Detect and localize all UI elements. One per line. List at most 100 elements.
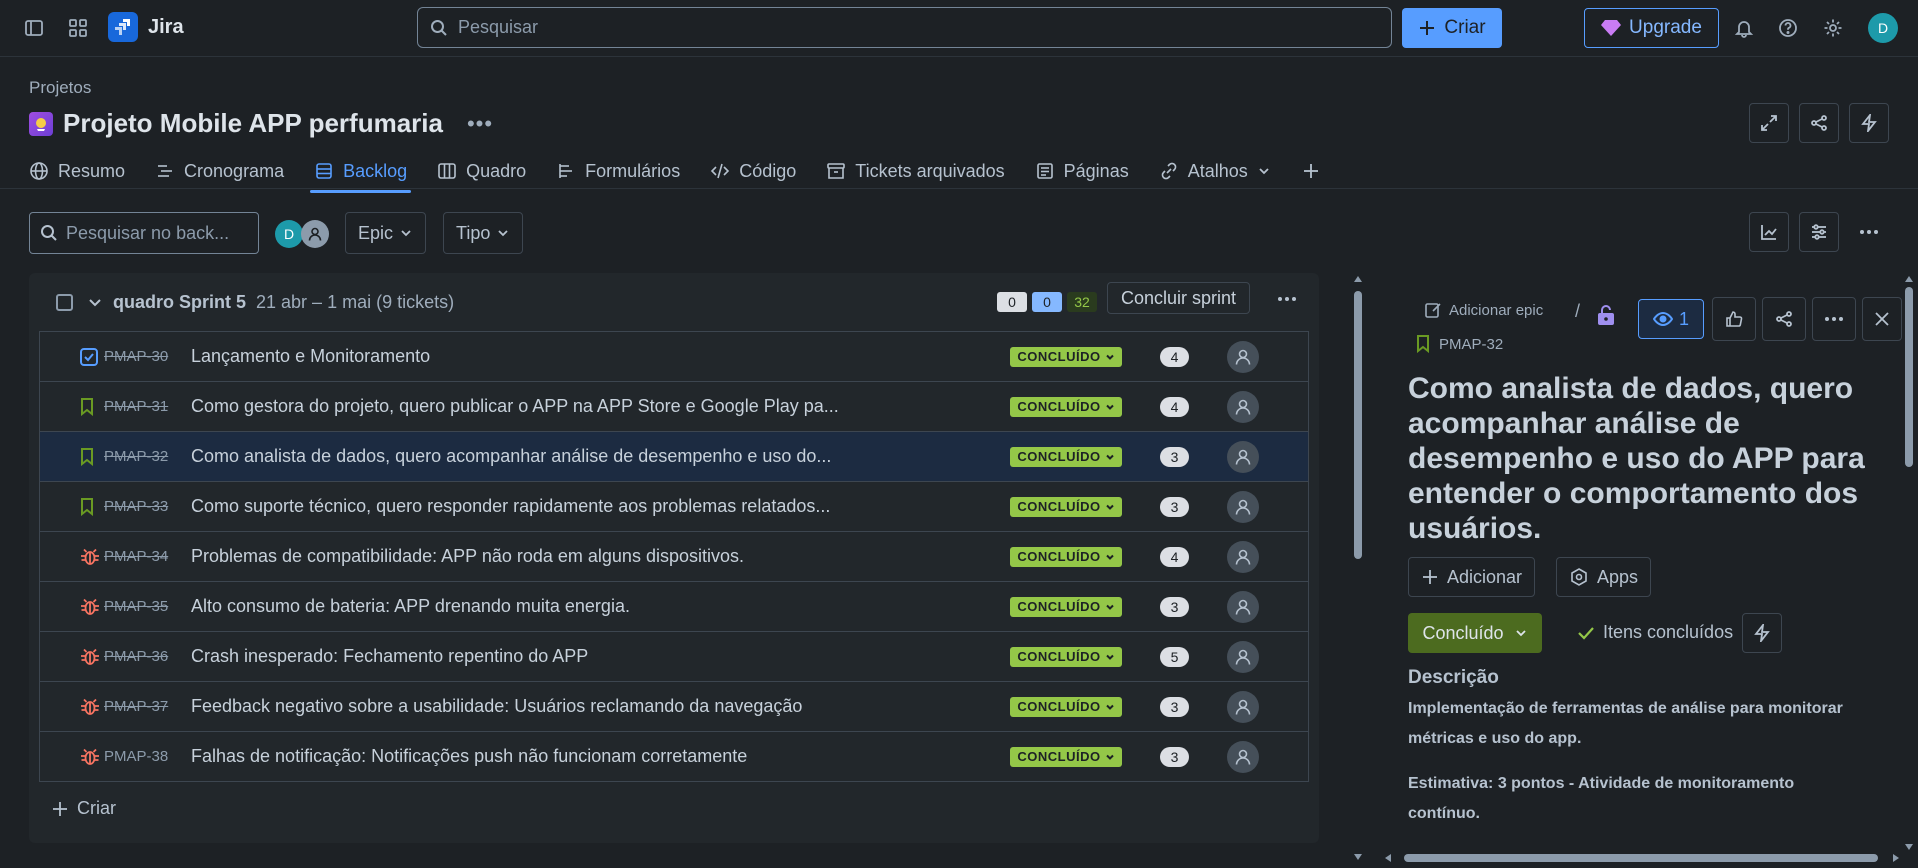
status-lozenge[interactable]: CONCLUÍDO [1010,596,1122,617]
type-filter-dropdown[interactable]: Tipo [443,212,524,254]
issue-key[interactable]: PMAP-37 [104,698,168,715]
issue-key[interactable]: PMAP-33 [104,498,168,515]
unassigned-avatar-icon[interactable] [1227,690,1259,723]
project-more-icon[interactable]: ••• [467,111,493,137]
status-lozenge[interactable]: CONCLUÍDO [1010,346,1122,367]
status-lozenge[interactable]: CONCLUÍDO [1010,396,1122,417]
add-tab-plus-icon[interactable] [1301,152,1321,190]
story-points-badge[interactable]: 3 [1160,596,1189,617]
unassigned-avatar-icon[interactable] [1227,540,1259,573]
issue-row[interactable]: PMAP-35 Alto consumo de bateria: APP dren… [40,582,1308,632]
story-points-badge[interactable]: 3 [1160,496,1189,517]
tab-atalhos[interactable]: Atalhos [1159,152,1271,190]
status-lozenge[interactable]: CONCLUÍDO [1010,546,1122,567]
issue-row[interactable]: PMAP-36 Crash inesperado: Fechamento repe… [40,632,1308,682]
epic-filter-dropdown[interactable]: Epic [345,212,427,254]
tab-cronograma[interactable]: Cronograma [155,152,284,190]
unassigned-avatar-icon[interactable] [1227,590,1259,623]
description-paragraph-2[interactable]: Estimativa: 3 pontos - Atividade de moni… [1408,769,1868,829]
issue-summary[interactable]: Feedback negativo sobre a usabilidade: U… [191,696,802,717]
story-points-badge[interactable]: 3 [1160,446,1189,467]
settings-gear-icon[interactable] [1815,10,1851,46]
issue-title[interactable]: Como analista de dados, quero acompanhar… [1408,371,1888,546]
status-lozenge[interactable]: CONCLUÍDO [1010,646,1122,667]
tab-quadro[interactable]: Quadro [437,152,526,190]
tab-backlog[interactable]: Backlog [310,152,412,193]
issue-summary[interactable]: Como suporte técnico, quero responder ra… [191,496,830,517]
issue-summary[interactable]: Lançamento e Monitoramento [191,346,430,367]
issue-row[interactable]: PMAP-30 Lançamento e Monitoramento CONCLUÍ… [40,332,1308,382]
status-dropdown[interactable]: Concluído [1408,613,1542,653]
unassigned-avatar-icon[interactable] [1227,440,1259,473]
unlock-icon[interactable] [1596,304,1616,326]
close-panel-icon[interactable] [1862,297,1902,341]
issue-summary[interactable]: Como gestora do projeto, quero publicar … [191,396,839,417]
automation-lightning-icon[interactable] [1742,613,1782,653]
status-lozenge[interactable]: CONCLUÍDO [1010,446,1122,467]
story-points-badge[interactable]: 4 [1160,546,1189,567]
story-points-badge[interactable]: 5 [1160,646,1189,667]
story-points-badge[interactable]: 4 [1160,346,1189,367]
share-icon[interactable] [1762,297,1806,341]
sprint-select-checkbox[interactable] [56,293,73,311]
unassigned-filter-avatar[interactable] [301,220,329,248]
apps-button[interactable]: Apps [1556,557,1652,597]
automation-lightning-icon[interactable] [1849,103,1889,143]
issue-key[interactable]: PMAP-34 [104,548,168,565]
issue-key[interactable]: PMAP-32 [104,448,168,465]
status-lozenge[interactable]: CONCLUÍDO [1010,746,1122,767]
unassigned-avatar-icon[interactable] [1227,490,1259,523]
tab-codigo[interactable]: Código [710,152,796,190]
issue-key[interactable]: PMAP-38 [104,748,168,765]
help-icon[interactable] [1770,10,1806,46]
watch-button[interactable]: 1 [1638,299,1704,339]
story-points-badge[interactable]: 3 [1160,696,1189,717]
global-search-input[interactable]: Pesquisar [417,7,1392,48]
story-points-badge[interactable]: 4 [1160,396,1189,417]
breadcrumb-projects[interactable]: Projetos [29,78,91,98]
tab-paginas[interactable]: Páginas [1035,152,1129,190]
unassigned-avatar-icon[interactable] [1227,640,1259,673]
insights-chart-icon[interactable] [1749,212,1789,252]
tab-tickets-arquivados[interactable]: Tickets arquivados [826,152,1005,190]
done-items-indicator[interactable]: Itens concluídos [1577,622,1733,643]
issue-key[interactable]: PMAP-31 [104,398,168,415]
issue-key[interactable]: PMAP-30 [104,348,168,365]
create-button[interactable]: Criar [1402,8,1502,48]
thumbs-up-icon[interactable] [1712,297,1756,341]
issue-summary[interactable]: Alto consumo de bateria: APP drenando mu… [191,596,630,617]
story-points-badge[interactable]: 3 [1160,746,1189,767]
issue-summary[interactable]: Como analista de dados, quero acompanhar… [191,446,831,467]
issue-row[interactable]: PMAP-32 Como analista de dados, quero aco… [40,432,1308,482]
more-actions-icon[interactable] [1812,297,1856,341]
issue-key[interactable]: PMAP-36 [104,648,168,665]
issue-row[interactable]: PMAP-31 Como gestora do projeto, quero pu… [40,382,1308,432]
more-options-icon[interactable] [1849,212,1889,252]
issue-row[interactable]: PMAP-33 Como suporte técnico, quero respo… [40,482,1308,532]
complete-sprint-button[interactable]: Concluir sprint [1107,282,1251,314]
chevron-down-icon[interactable] [87,294,103,310]
tab-resumo[interactable]: Resumo [29,152,125,190]
upgrade-button[interactable]: Upgrade [1584,8,1719,48]
share-icon[interactable] [1799,103,1839,143]
unassigned-avatar-icon[interactable] [1227,740,1259,773]
status-lozenge[interactable]: CONCLUÍDO [1010,496,1122,517]
view-settings-sliders-icon[interactable] [1799,212,1839,252]
detail-horizontal-scrollbar[interactable] [1382,851,1902,865]
sprint-more-icon[interactable] [1277,296,1297,302]
tab-formularios[interactable]: Formulários [556,152,680,190]
issue-summary[interactable]: Crash inesperado: Fechamento repentino d… [191,646,588,667]
backlog-scrollbar[interactable] [1351,273,1365,863]
issue-row[interactable]: PMAP-34 Problemas de compatibilidade: APP… [40,532,1308,582]
jira-logo[interactable]: Jira [108,12,184,42]
user-avatar[interactable]: D [1868,13,1898,43]
unassigned-avatar-icon[interactable] [1227,340,1259,373]
notifications-bell-icon[interactable] [1726,10,1762,46]
backlog-search-input[interactable]: Pesquisar no back... [29,212,259,254]
add-epic-button[interactable]: Adicionar epic [1424,301,1543,319]
issue-row[interactable]: PMAP-37 Feedback negativo sobre a usabili… [40,682,1308,732]
add-button[interactable]: Adicionar [1408,557,1536,597]
unassigned-avatar-icon[interactable] [1227,390,1259,423]
create-issue-button[interactable]: Criar [51,798,116,819]
issue-summary[interactable]: Falhas de notificação: Notificações push… [191,746,747,767]
